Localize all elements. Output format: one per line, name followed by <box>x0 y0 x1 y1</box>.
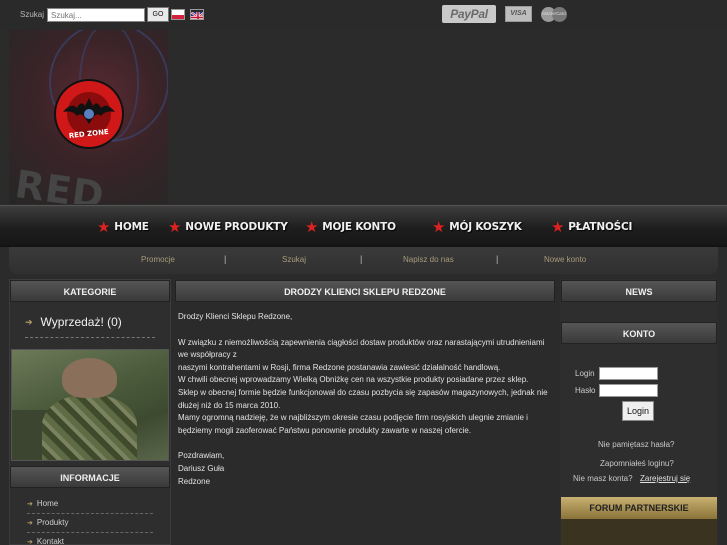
categories-title: KATEGORIE <box>10 280 170 302</box>
announcement-body: W związku z niemożliwością zapewnienia c… <box>178 337 548 435</box>
nav-new-products[interactable]: ★ NOWE PRODUKTY <box>168 218 288 236</box>
nav-payments[interactable]: ★ PŁATNOŚCI <box>551 218 633 236</box>
forgot-login-link[interactable]: Zapomniałeś loginu? <box>600 459 674 468</box>
partner-forum-panel <box>561 519 717 545</box>
no-account-text: Nie masz konta? <box>573 474 633 483</box>
divider <box>27 532 153 533</box>
info-link-label: Kontakt <box>36 537 65 545</box>
search-label: Szukaj <box>20 10 45 19</box>
info-link-home[interactable]: ➔ Home <box>27 499 58 508</box>
password-input[interactable] <box>599 384 658 397</box>
red-zone-logo-icon[interactable]: RED ZONE <box>53 78 125 150</box>
star-icon: ★ <box>432 218 446 236</box>
announcement-text: Drodzy Klienci Sklepu Redzone, W związku… <box>178 311 553 488</box>
mastercard-label: MasterCard <box>542 11 566 16</box>
info-link-contact[interactable]: ➔ Kontakt <box>27 537 64 545</box>
go-button[interactable]: GO <box>147 7 169 22</box>
arrow-right-icon: ➔ <box>27 500 33 508</box>
arrow-right-icon: ➔ <box>25 316 33 327</box>
subnav-promotions-link[interactable]: Promocje <box>141 255 175 264</box>
register-link[interactable]: Zarejestruj się <box>640 474 690 483</box>
forgot-password-link[interactable]: Nie pamiętasz hasła? <box>598 440 674 449</box>
info-link-products[interactable]: ➔ Produkty <box>27 518 68 527</box>
category-label: Wyprzedaż! (0) <box>40 315 122 329</box>
english-flag-icon[interactable] <box>190 9 204 20</box>
arrow-right-icon: ➔ <box>27 519 33 527</box>
polish-flag-icon[interactable] <box>171 9 185 20</box>
information-title: INFORMACJE <box>10 466 170 488</box>
nav-label: MOJE KONTO <box>322 221 396 233</box>
subnav-contact-link[interactable]: Napisz do nas <box>403 255 454 264</box>
star-icon: ★ <box>97 218 111 236</box>
banner-text: RED <box>12 161 108 204</box>
info-link-label: Produkty <box>36 518 69 527</box>
nav-label: MÓJ KOSZYK <box>449 221 522 233</box>
greeting: Drodzy Klienci Sklepu Redzone, <box>178 312 293 321</box>
category-item-sale[interactable]: ➔ Wyprzedaż! (0) <box>25 315 122 329</box>
nav-my-account[interactable]: ★ MOJE KONTO <box>305 218 396 236</box>
arrow-right-icon: ➔ <box>27 538 33 545</box>
login-button[interactable]: Login <box>622 401 654 421</box>
search-input[interactable] <box>47 8 145 22</box>
subnav-separator: | <box>360 254 363 264</box>
login-input[interactable] <box>599 367 658 380</box>
top-bar: Szukaj GO PayPal VISA MasterCard <box>0 0 727 30</box>
partner-forum-title: FORUM PARTNERSKIE <box>561 497 717 519</box>
info-link-label: Home <box>36 499 59 508</box>
star-icon: ★ <box>168 218 182 236</box>
subnav-separator: | <box>496 254 499 264</box>
account-title: KONTO <box>561 322 717 344</box>
star-icon: ★ <box>551 218 565 236</box>
main-nav: ★ HOME ★ NOWE PRODUKTY ★ MOJE KONTO ★ MÓJ KO… <box>0 205 727 247</box>
header-banner: RED RED ZONE <box>9 30 168 204</box>
sub-nav: Promocje | Szukaj | Napisz do nas | Nowe… <box>9 247 718 274</box>
nav-home[interactable]: ★ HOME <box>97 218 149 236</box>
divider <box>25 337 155 338</box>
signature: Pozdrawiam, Dariusz Guła Redzone <box>178 451 225 486</box>
soldier-photo <box>11 349 169 461</box>
star-icon: ★ <box>305 218 319 236</box>
nav-label: HOME <box>114 221 149 233</box>
login-label: Login <box>575 369 595 378</box>
news-title: NEWS <box>561 280 717 302</box>
nav-label: NOWE PRODUKTY <box>185 221 288 233</box>
subnav-search-link[interactable]: Szukaj <box>282 255 306 264</box>
nav-label: PŁATNOŚCI <box>568 221 633 233</box>
paypal-logo: PayPal <box>442 5 496 23</box>
visa-logo: VISA <box>505 6 532 22</box>
page-title: DRODZY KLIENCI SKLEPU REDZONE <box>175 280 555 302</box>
mastercard-logo: MasterCard <box>541 7 567 22</box>
nav-my-cart[interactable]: ★ MÓJ KOSZYK <box>432 218 522 236</box>
subnav-new-account-link[interactable]: Nowe konto <box>544 255 586 264</box>
divider <box>27 513 153 514</box>
password-label: Hasło <box>575 386 596 395</box>
subnav-separator: | <box>224 254 227 264</box>
